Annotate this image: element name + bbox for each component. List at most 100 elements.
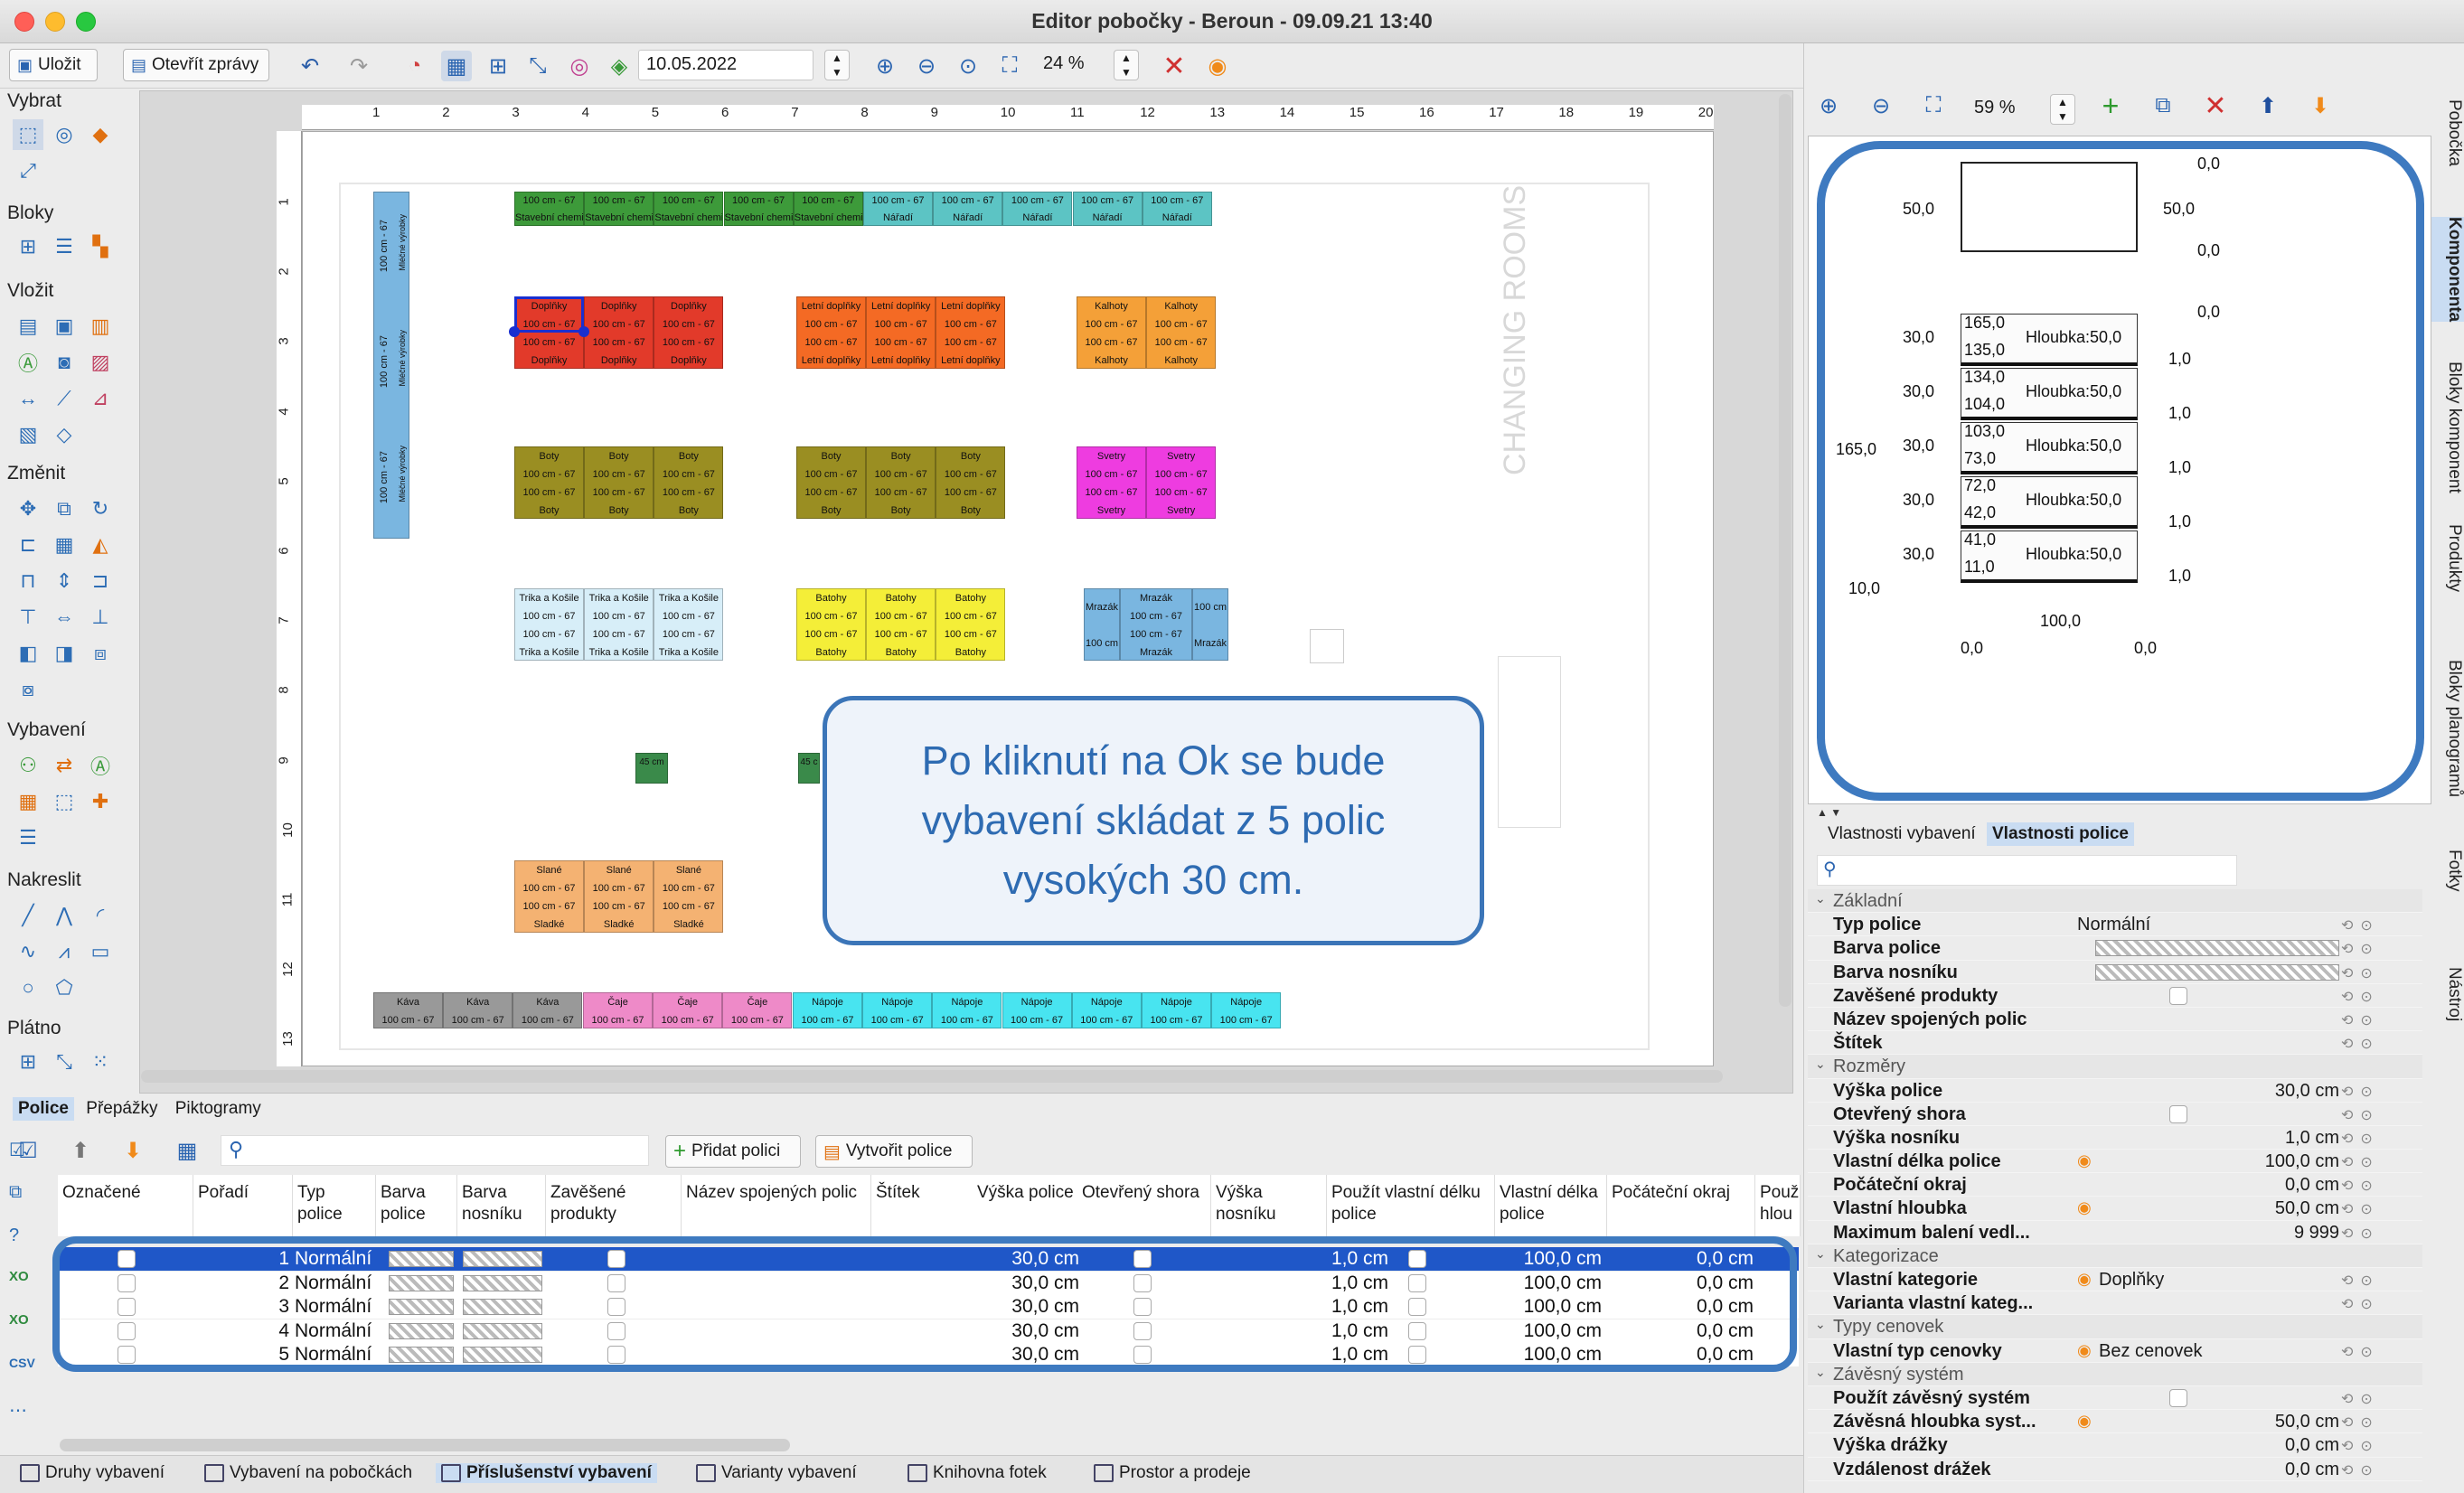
shelf-unit[interactable]: Boty 100 cm - 67 100 cm - 67 Boty — [796, 446, 866, 519]
copy-component-icon[interactable]: ⧉ — [2148, 90, 2178, 121]
checkbox-tool-icon[interactable]: ☑ — [13, 1135, 43, 1166]
status-tab[interactable]: Varianty vybavení — [696, 1463, 857, 1483]
property-section[interactable]: ⌄ Typy cenovek — [1808, 1315, 2422, 1339]
vertical-tab[interactable]: Bloky planogramů — [2431, 660, 2464, 797]
block-add-icon[interactable]: ⊞ — [13, 231, 43, 262]
shelf-unit[interactable]: Letní doplňky 100 cm - 67 100 cm - 67 Letní… — [866, 296, 936, 369]
status-tab[interactable]: Knihovna fotek — [908, 1463, 1047, 1483]
shelf-unit[interactable]: Doplňky 100 cm - 67 100 cm - 67 Doplňky — [654, 296, 724, 369]
insert-ruler-icon[interactable]: ⊿ — [85, 383, 116, 414]
property-row[interactable]: Výška police 30,0 cm ⟲⊙ — [1808, 1079, 2422, 1103]
reset-icon[interactable]: ⟲⊙ — [2341, 1461, 2380, 1479]
delete-icon[interactable]: ✕ — [1159, 51, 1190, 81]
property-value[interactable]: 30,0 cm — [2077, 1081, 2339, 1102]
zoom-out-icon[interactable]: ⊖ — [911, 51, 942, 81]
column-header[interactable]: Název spojených polic — [682, 1175, 871, 1236]
column-header[interactable]: Barva nosníku — [457, 1175, 546, 1236]
redo-icon[interactable]: ↷ — [343, 51, 374, 81]
reset-icon[interactable]: ⟲⊙ — [2341, 1343, 2380, 1361]
row-up-icon[interactable]: ⬆ — [65, 1135, 96, 1166]
undo-icon[interactable]: ↶ — [295, 51, 325, 81]
vertical-tab[interactable]: Komponenta — [2431, 217, 2464, 323]
shelf-unit[interactable]: Boty 100 cm - 67 100 cm - 67 Boty — [514, 446, 584, 519]
column-header[interactable]: Typ police — [293, 1175, 376, 1236]
shelf-unit[interactable]: Čaje 100 cm - 67 — [722, 992, 793, 1028]
reset-icon[interactable]: ⟲⊙ — [2341, 1225, 2380, 1243]
shelf-unit[interactable]: 100 cm - 67 Nářadí — [1142, 192, 1212, 226]
insert-svg-icon[interactable]: ◇ — [49, 419, 80, 450]
shelf-unit[interactable]: Slané 100 cm - 67 100 cm - 67 Sladké — [514, 860, 584, 933]
selection-handle[interactable] — [578, 326, 589, 337]
zoom-extent-icon[interactable]: ⛶ — [994, 51, 1025, 81]
column-header[interactable]: Použ hlou — [1755, 1175, 1801, 1236]
reset-icon[interactable]: ⟲⊙ — [2341, 1177, 2380, 1195]
property-value[interactable]: 0,0 cm — [2077, 1435, 2339, 1456]
shelf-unit[interactable]: Boty 100 cm - 67 100 cm - 67 Boty — [654, 446, 724, 519]
property-row[interactable]: Zavěšené produkty ⟲⊙ — [1808, 984, 2422, 1008]
table-scrollbar[interactable] — [60, 1439, 790, 1451]
insert-line-icon[interactable]: ⟋ — [49, 383, 80, 414]
zoom-in-icon[interactable]: ⊕ — [870, 51, 900, 81]
select-arrow-icon[interactable]: ⬚ — [13, 119, 43, 150]
shelf-unit-vertical[interactable]: 100 cm - 67 Mléčné výrobky 100 cm - 67 Mléč… — [373, 192, 409, 539]
pattern-swatch[interactable] — [2095, 940, 2339, 957]
move-icon[interactable]: ✥ — [13, 493, 43, 524]
shelf-unit[interactable]: 100 cm - 67 Nářadí — [863, 192, 933, 226]
shelf-unit[interactable]: Káva 100 cm - 67 — [443, 992, 513, 1028]
more-icon[interactable]: ⋯ — [9, 1399, 45, 1442]
shelf-unit[interactable]: 100 cm - 67 Nářadí — [1002, 192, 1073, 226]
draw-line-icon[interactable]: ╱ — [13, 900, 43, 931]
shelf-unit[interactable]: Trika a Košile 100 cm - 67 100 cm - 67 Trik… — [654, 588, 724, 661]
insert-image-icon[interactable]: ▧ — [13, 419, 43, 450]
reset-icon[interactable]: ⟲⊙ — [2341, 1083, 2380, 1101]
align-right-icon[interactable]: ⊐ — [85, 566, 116, 596]
property-value[interactable]: 50,0 cm — [2077, 1412, 2339, 1432]
send-back-icon[interactable]: ◨ — [49, 638, 80, 669]
shelf-unit[interactable]: Čaje 100 cm - 67 — [653, 992, 723, 1028]
save-button[interactable]: ▣ Uložit — [9, 49, 98, 81]
spread-icon[interactable]: ⇔ — [49, 602, 80, 633]
tab-piktogramy[interactable]: Piktogramy — [170, 1097, 267, 1121]
shelf-unit[interactable]: Nápoje 100 cm - 67 — [862, 992, 933, 1028]
property-value[interactable]: 50,0 cm — [2077, 1198, 2339, 1219]
insert-box-icon[interactable]: ▣ — [49, 311, 80, 342]
selection-handle[interactable] — [509, 326, 520, 337]
reset-icon[interactable]: ⟲⊙ — [2341, 964, 2380, 982]
export-csv-icon[interactable]: CSV — [9, 1356, 45, 1399]
property-row[interactable]: Barva police ⟲⊙ — [1808, 936, 2422, 961]
reset-icon[interactable]: ⟲⊙ — [2341, 1437, 2380, 1455]
reset-icon[interactable]: ⟲⊙ — [2341, 1390, 2380, 1408]
property-section[interactable]: ⌄ Základní — [1808, 889, 2422, 914]
property-row[interactable]: Název spojených polic ⟲⊙ — [1808, 1008, 2422, 1032]
shelf-unit[interactable]: Batohy 100 cm - 67 100 cm - 67 Batohy — [866, 588, 936, 661]
property-row[interactable]: Výška nosníku 1,0 cm ⟲⊙ — [1808, 1126, 2422, 1150]
canvas-dots-icon[interactable]: ⁙ — [85, 1047, 116, 1077]
reset-icon[interactable]: ⟲⊙ — [2341, 940, 2380, 958]
rotate-icon[interactable]: ↻ — [85, 493, 116, 524]
move-up-icon[interactable]: ⬆ — [2252, 90, 2283, 121]
property-section[interactable]: ⌄ Kategorizace — [1808, 1244, 2422, 1268]
canvas-resize-icon[interactable]: ⤡ — [49, 1047, 80, 1077]
layers-icon[interactable]: ◈ — [604, 51, 635, 81]
property-row[interactable]: Výška drážky 0,0 cm ⟲⊙ — [1808, 1433, 2422, 1458]
row-down-icon[interactable]: ⬇ — [118, 1135, 148, 1166]
remove-component-icon[interactable]: ✕ — [2200, 90, 2231, 121]
date-field[interactable]: 10.05.2022 — [638, 50, 813, 80]
draw-arc-icon[interactable]: ◜ — [85, 900, 116, 931]
column-header[interactable]: Počáteční okraj — [1607, 1175, 1755, 1236]
property-value[interactable]: 1,0 cm — [2077, 1128, 2339, 1149]
property-row[interactable]: Počáteční okraj 0,0 cm ⟲⊙ — [1808, 1173, 2422, 1197]
property-checkbox[interactable] — [2169, 1104, 2187, 1123]
zoom-fit-icon[interactable]: ⊙ — [953, 51, 983, 81]
reset-icon[interactable]: ⟲⊙ — [2341, 1200, 2380, 1218]
canvas-grid-icon[interactable]: ⊞ — [13, 1047, 43, 1077]
reset-icon[interactable]: ⟲⊙ — [2341, 1153, 2380, 1171]
property-search-input[interactable]: ⚲ — [1817, 855, 2237, 886]
property-row[interactable]: Barva nosníku ⟲⊙ — [1808, 961, 2422, 984]
draw-curve-icon[interactable]: ∿ — [13, 936, 43, 967]
shelf-unit[interactable]: 100 cm - 67 Nářadí — [933, 192, 1003, 226]
shelf-unit[interactable]: 100 cm - 67 Stavební chemie — [584, 192, 654, 226]
property-checkbox[interactable] — [2169, 986, 2187, 1005]
reset-icon[interactable]: ⟲⊙ — [2341, 1413, 2380, 1432]
confirm-icon[interactable]: ◉ — [1202, 51, 1233, 81]
